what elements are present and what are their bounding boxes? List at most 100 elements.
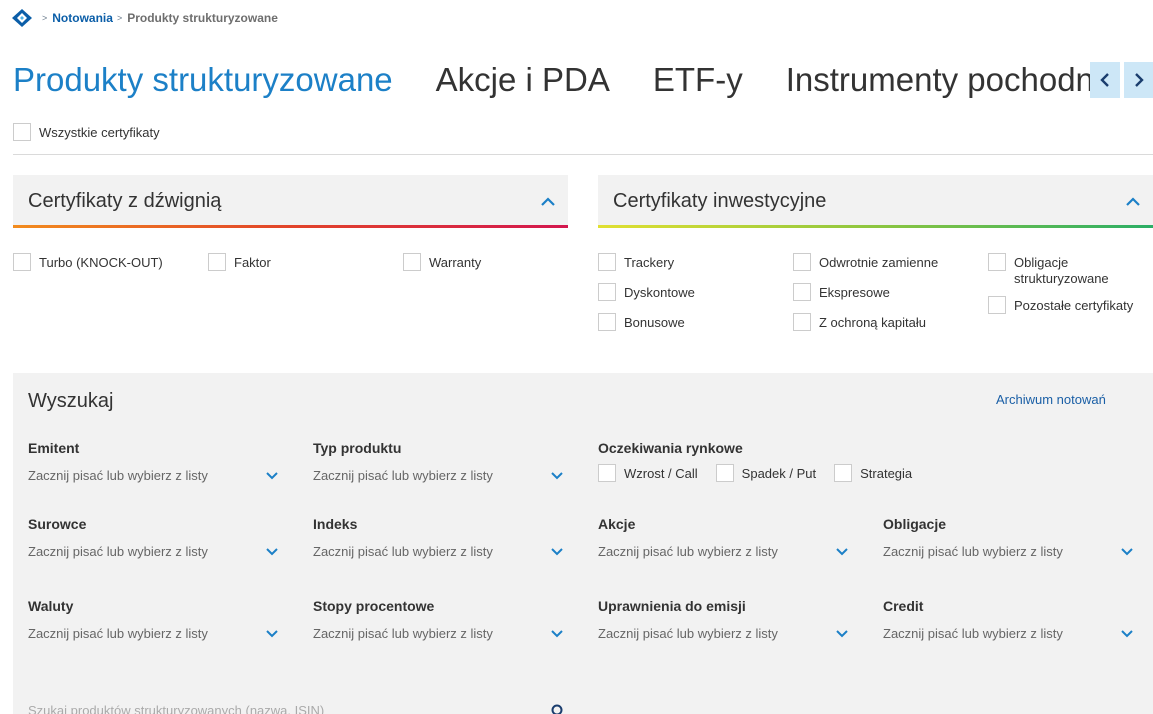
- field-commodities: Surowce Zacznij pisać lub wybierz z list…: [28, 516, 278, 562]
- tab-etf[interactable]: ETF-y: [653, 58, 743, 102]
- credit-placeholder: Zacznij pisać lub wybierz z listy: [883, 625, 1063, 641]
- commodities-placeholder: Zacznij pisać lub wybierz z listy: [28, 543, 208, 559]
- tab-structured-products[interactable]: Produkty strukturyzowane: [13, 58, 393, 102]
- archive-link[interactable]: Archiwum notowań: [996, 392, 1106, 407]
- option-bonusowe: Bonusowe: [598, 313, 685, 331]
- credit-select[interactable]: Zacznij pisać lub wybierz z listy: [883, 622, 1133, 644]
- option-structured-bonds: Obligacje strukturyzowane: [988, 253, 1148, 287]
- product-type-select[interactable]: Zacznij pisać lub wybierz z listy: [313, 464, 563, 486]
- interest-rates-placeholder: Zacznij pisać lub wybierz z listy: [313, 625, 493, 641]
- breadcrumb: > Notowania > Produkty strukturyzowane: [12, 9, 278, 27]
- chevron-down-icon: [836, 548, 848, 556]
- shares-placeholder: Zacznij pisać lub wybierz z listy: [598, 543, 778, 559]
- investment-certificates-panel[interactable]: Certyfikaty inwestycyjne: [598, 175, 1153, 228]
- strategy-label: Strategia: [860, 466, 913, 481]
- chevron-down-icon: [836, 630, 848, 638]
- reverse-convertible-label: Odwrotnie zamienne: [819, 255, 939, 270]
- structured-bonds-label: Obligacje strukturyzowane: [1014, 255, 1109, 286]
- strategy-checkbox[interactable]: [834, 464, 853, 482]
- other-certificates-label: Pozostałe certyfikaty: [1014, 298, 1134, 313]
- field-currencies: Waluty Zacznij pisać lub wybierz z listy: [28, 598, 278, 644]
- product-type-placeholder: Zacznij pisać lub wybierz z listy: [313, 467, 493, 483]
- bonds-placeholder: Zacznij pisać lub wybierz z listy: [883, 543, 1063, 559]
- warranty-label: Warranty: [429, 255, 482, 270]
- currencies-placeholder: Zacznij pisać lub wybierz z listy: [28, 625, 208, 641]
- shares-select[interactable]: Zacznij pisać lub wybierz z listy: [598, 540, 848, 562]
- tab-shares[interactable]: Akcje i PDA: [436, 58, 610, 102]
- credit-label: Credit: [883, 598, 924, 614]
- search-icon[interactable]: [550, 704, 566, 714]
- search-panel: Wyszukaj Archiwum notowań Emitent Zaczni…: [13, 373, 1153, 714]
- warranty-checkbox[interactable]: [403, 253, 421, 271]
- interest-rates-select[interactable]: Zacznij pisać lub wybierz z listy: [313, 622, 563, 644]
- express-checkbox[interactable]: [793, 283, 811, 301]
- option-other-certificates: Pozostałe certyfikaty: [988, 296, 1134, 314]
- emitent-select[interactable]: Zacznij pisać lub wybierz z listy: [28, 464, 278, 486]
- capital-protection-checkbox[interactable]: [793, 313, 811, 331]
- logo-icon[interactable]: [12, 9, 32, 27]
- leverage-panel-color-bar: [13, 225, 568, 228]
- chevron-down-icon: [266, 472, 278, 480]
- chevron-down-icon: [551, 548, 563, 556]
- other-certificates-checkbox[interactable]: [988, 296, 1006, 314]
- tab-derivatives[interactable]: Instrumenty pochodne: [786, 58, 1113, 102]
- capital-protection-label: Z ochroną kapitału: [819, 315, 926, 330]
- currencies-label: Waluty: [28, 598, 74, 614]
- bonds-select[interactable]: Zacznij pisać lub wybierz z listy: [883, 540, 1133, 562]
- bonusowe-label: Bonusowe: [624, 315, 685, 330]
- product-search-input[interactable]: Szukaj produktów strukturyzowanych (nazw…: [28, 703, 558, 714]
- option-turbo: Turbo (KNOCK-OUT): [13, 253, 163, 271]
- emitent-label: Emitent: [28, 440, 80, 456]
- investment-panel-color-bar: [598, 225, 1153, 228]
- divider: [13, 154, 1153, 155]
- market-expectations-options: Wzrost / Call Spadek / Put Strategia: [598, 464, 930, 482]
- structured-bonds-checkbox[interactable]: [988, 253, 1006, 271]
- emission-allowances-select[interactable]: Zacznij pisać lub wybierz z listy: [598, 622, 848, 644]
- emitent-placeholder: Zacznij pisać lub wybierz z listy: [28, 467, 208, 483]
- option-faktor: Faktor: [208, 253, 271, 271]
- currencies-select[interactable]: Zacznij pisać lub wybierz z listy: [28, 622, 278, 644]
- field-product-type: Typ produktu Zacznij pisać lub wybierz z…: [313, 440, 563, 486]
- turbo-checkbox[interactable]: [13, 253, 31, 271]
- all-certificates-checkbox[interactable]: [13, 123, 31, 141]
- option-warranty: Warranty: [403, 253, 482, 271]
- fall-put-checkbox[interactable]: [715, 464, 734, 482]
- rise-call-checkbox[interactable]: [598, 464, 616, 482]
- field-bonds: Obligacje Zacznij pisać lub wybierz z li…: [883, 516, 1133, 562]
- option-reverse-convertible: Odwrotnie zamienne: [793, 253, 939, 271]
- reverse-convertible-checkbox[interactable]: [793, 253, 811, 271]
- option-dyskontowe: Dyskontowe: [598, 283, 695, 301]
- faktor-label: Faktor: [234, 255, 271, 270]
- express-label: Ekspresowe: [819, 285, 890, 300]
- chevron-down-icon: [1121, 630, 1133, 638]
- chevron-left-icon: [1100, 73, 1109, 87]
- commodities-select[interactable]: Zacznij pisać lub wybierz z listy: [28, 540, 278, 562]
- tabs-prev-button[interactable]: [1090, 62, 1120, 98]
- tab-scroll-controls: [1090, 62, 1153, 98]
- breadcrumb-link-notowania[interactable]: Notowania: [52, 11, 113, 25]
- field-emitent: Emitent Zacznij pisać lub wybierz z list…: [28, 440, 278, 486]
- option-rise-call: Wzrost / Call: [598, 464, 698, 482]
- index-placeholder: Zacznij pisać lub wybierz z listy: [313, 543, 493, 559]
- trackery-checkbox[interactable]: [598, 253, 616, 271]
- emission-allowances-placeholder: Zacznij pisać lub wybierz z listy: [598, 625, 778, 641]
- faktor-checkbox[interactable]: [208, 253, 226, 271]
- bonusowe-checkbox[interactable]: [598, 313, 616, 331]
- chevron-right-icon: [1135, 73, 1144, 87]
- option-trackery: Trackery: [598, 253, 674, 271]
- index-select[interactable]: Zacznij pisać lub wybierz z listy: [313, 540, 563, 562]
- tabs-next-button[interactable]: [1124, 62, 1153, 98]
- turbo-label: Turbo (KNOCK-OUT): [39, 255, 163, 270]
- option-express: Ekspresowe: [793, 283, 890, 301]
- leverage-certificates-panel[interactable]: Certyfikaty z dźwignią: [13, 175, 568, 228]
- chevron-up-icon[interactable]: [540, 195, 556, 207]
- option-fall-put: Spadek / Put: [715, 464, 816, 482]
- field-shares: Akcje Zacznij pisać lub wybierz z listy: [598, 516, 848, 562]
- dyskontowe-checkbox[interactable]: [598, 283, 616, 301]
- product-type-label: Typ produktu: [313, 440, 402, 456]
- interest-rates-label: Stopy procentowe: [313, 598, 435, 614]
- field-interest-rates: Stopy procentowe Zacznij pisać lub wybie…: [313, 598, 563, 644]
- breadcrumb-separator-icon: >: [42, 13, 48, 23]
- chevron-up-icon[interactable]: [1125, 195, 1141, 207]
- leverage-panel-title: Certyfikaty z dźwignią: [28, 190, 222, 212]
